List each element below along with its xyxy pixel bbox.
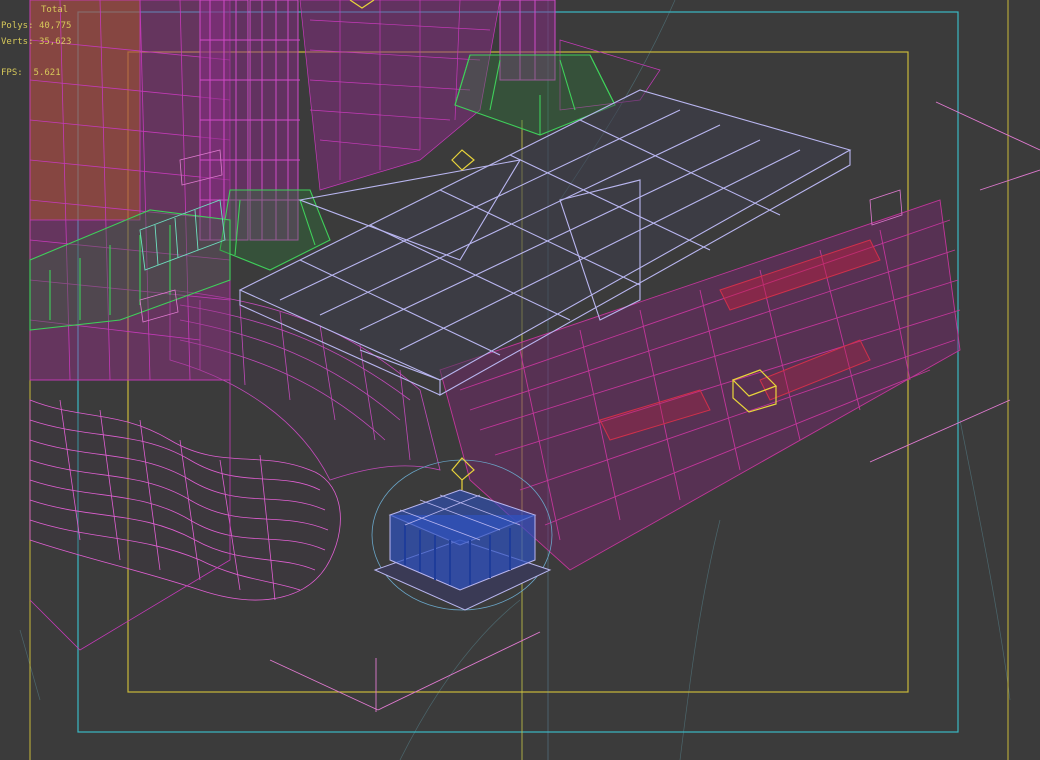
verts-label: Verts: <box>1 37 34 47</box>
polys-value: 40,775 <box>38 21 72 31</box>
verts-value: 35,623 <box>38 37 72 47</box>
viewport-3d[interactable]: Total Polys: 40,775 Verts: 35,623 FPS: 5… <box>0 0 1040 760</box>
fps-value: 5.621 <box>33 68 61 78</box>
wireframe-scene <box>19 0 1040 760</box>
stats-polys: Polys: 40,775 <box>1 18 71 34</box>
polys-label: Polys: <box>1 21 34 31</box>
stats-fps: FPS: 5.621 <box>1 65 71 81</box>
stats-header: Total <box>41 5 69 15</box>
stats-verts: Verts: 35,623 <box>1 34 71 50</box>
statistics-overlay: Total Polys: 40,775 Verts: 35,623 FPS: 5… <box>1 2 71 81</box>
fps-label: FPS: <box>1 68 23 78</box>
